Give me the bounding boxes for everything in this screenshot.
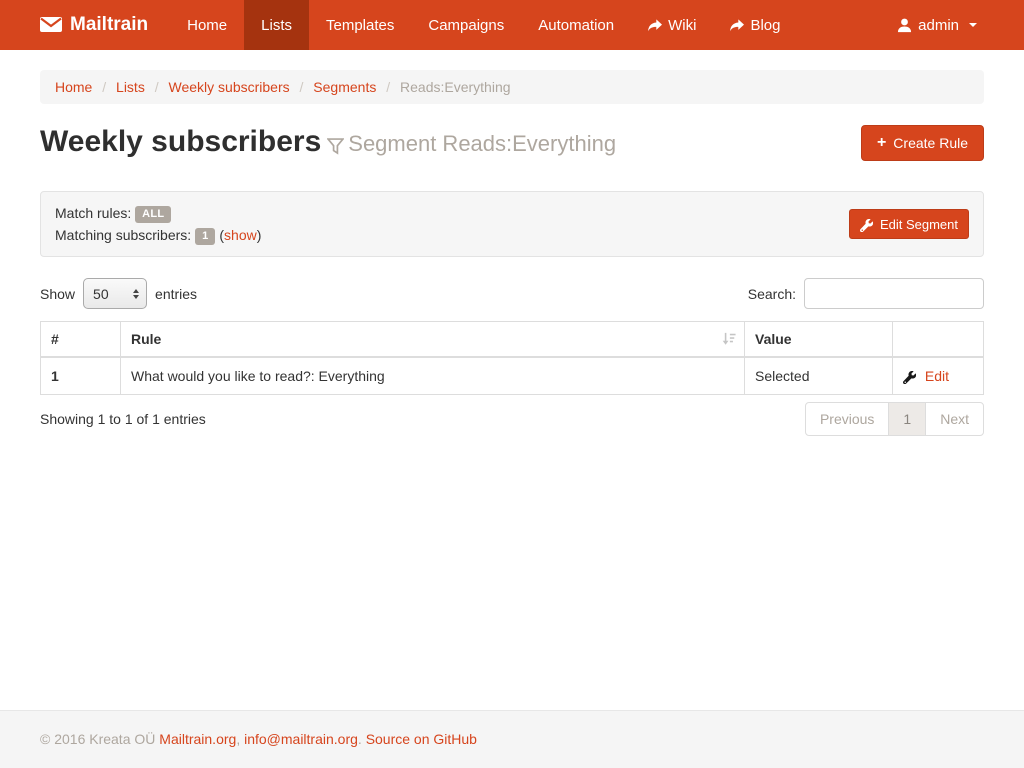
match-rules-badge: ALL [135, 206, 171, 223]
envelope-icon [40, 14, 62, 36]
header-num[interactable]: # [41, 322, 121, 358]
page-header: Weekly subscribersSegment Reads:Everythi… [40, 123, 984, 161]
edit-rule-link[interactable]: Edit [925, 368, 949, 384]
filter-icon [327, 138, 344, 155]
brand[interactable]: Mailtrain [40, 0, 148, 50]
matching-subscribers-line: Matching subscribers: 1 (show) [55, 224, 261, 246]
edit-segment-button[interactable]: Edit Segment [849, 209, 969, 238]
navbar-right: admin [880, 0, 1024, 50]
mailtrain-org-link[interactable]: Mailtrain.org [159, 731, 236, 747]
source-github-link[interactable]: Source on GitHub [366, 731, 477, 747]
breadcrumb-weekly-subscribers[interactable]: Weekly subscribers [169, 79, 290, 95]
breadcrumb-current: Reads:Everything [400, 79, 511, 95]
action-cell: Edit [893, 357, 984, 395]
pagination: Previous 1 Next [805, 402, 984, 436]
search-control: Search: [748, 278, 984, 309]
rules-table: # Rule Value 1 What would you li [40, 321, 984, 395]
top-navbar: Mailtrain Home Lists Templates Campaigns… [0, 0, 1024, 50]
share-icon [648, 17, 662, 34]
header-action [893, 322, 984, 358]
matching-count-badge: 1 [195, 228, 215, 245]
page-subtitle: Segment Reads:Everything [327, 131, 616, 156]
datatable-controls: Show 50 entries Search: [40, 278, 984, 309]
show-subscribers-link[interactable]: show [224, 227, 257, 243]
pagination-previous[interactable]: Previous [805, 402, 889, 436]
pagination-next[interactable]: Next [925, 402, 984, 436]
segment-summary-text: Match rules: ALL Matching subscribers: 1… [55, 202, 261, 246]
nav-item-campaigns[interactable]: Campaigns [411, 0, 521, 50]
breadcrumb-segments[interactable]: Segments [313, 79, 376, 95]
main-nav: Home Lists Templates Campaigns Automatio… [170, 0, 797, 50]
table-info: Showing 1 to 1 of 1 entries [40, 411, 206, 427]
search-input[interactable] [804, 278, 984, 309]
user-label: admin [918, 17, 959, 34]
email-link[interactable]: info@mailtrain.org [244, 731, 358, 747]
header-rule[interactable]: Rule [121, 322, 745, 358]
breadcrumb-lists[interactable]: Lists [116, 79, 145, 95]
sort-icon [722, 332, 736, 346]
copyright: © 2016 Kreata OÜ [40, 731, 155, 747]
wrench-icon [860, 216, 873, 231]
user-icon [897, 17, 912, 34]
page-footer: © 2016 Kreata OÜ Mailtrain.org, info@mai… [0, 710, 1024, 768]
search-label: Search: [748, 286, 796, 302]
datatable-footer: Showing 1 to 1 of 1 entries Previous 1 N… [40, 402, 984, 436]
nav-item-automation[interactable]: Automation [521, 0, 631, 50]
match-rules-line: Match rules: ALL [55, 202, 261, 224]
select-arrows-icon [133, 289, 139, 299]
page-title: Weekly subscribersSegment Reads:Everythi… [40, 123, 616, 161]
breadcrumb: Home / Lists / Weekly subscribers / Segm… [40, 70, 984, 104]
rule-cell: What would you like to read?: Everything [121, 357, 745, 395]
table-header-row: # Rule Value [41, 322, 984, 358]
breadcrumb-home[interactable]: Home [55, 79, 92, 95]
caret-down-icon [969, 23, 977, 27]
pagination-page-1[interactable]: 1 [888, 402, 926, 436]
brand-label: Mailtrain [70, 14, 148, 36]
page-length-select[interactable]: 50 [83, 278, 147, 309]
header-value[interactable]: Value [745, 322, 893, 358]
value-cell: Selected [745, 357, 893, 395]
rule-number-cell: 1 [41, 357, 121, 395]
nav-item-home[interactable]: Home [170, 0, 244, 50]
segment-summary-panel: Match rules: ALL Matching subscribers: 1… [40, 191, 984, 257]
create-rule-button[interactable]: + Create Rule [861, 125, 984, 161]
user-menu[interactable]: admin [880, 0, 994, 50]
plus-icon: + [877, 138, 886, 148]
nav-item-templates[interactable]: Templates [309, 0, 411, 50]
table-row: 1 What would you like to read?: Everythi… [41, 357, 984, 395]
nav-item-lists[interactable]: Lists [244, 0, 309, 50]
nav-item-wiki[interactable]: Wiki [631, 0, 713, 50]
nav-item-blog[interactable]: Blog [713, 0, 797, 50]
wrench-icon [903, 368, 920, 384]
share-icon [730, 17, 744, 34]
page-length-control: Show 50 entries [40, 278, 197, 309]
